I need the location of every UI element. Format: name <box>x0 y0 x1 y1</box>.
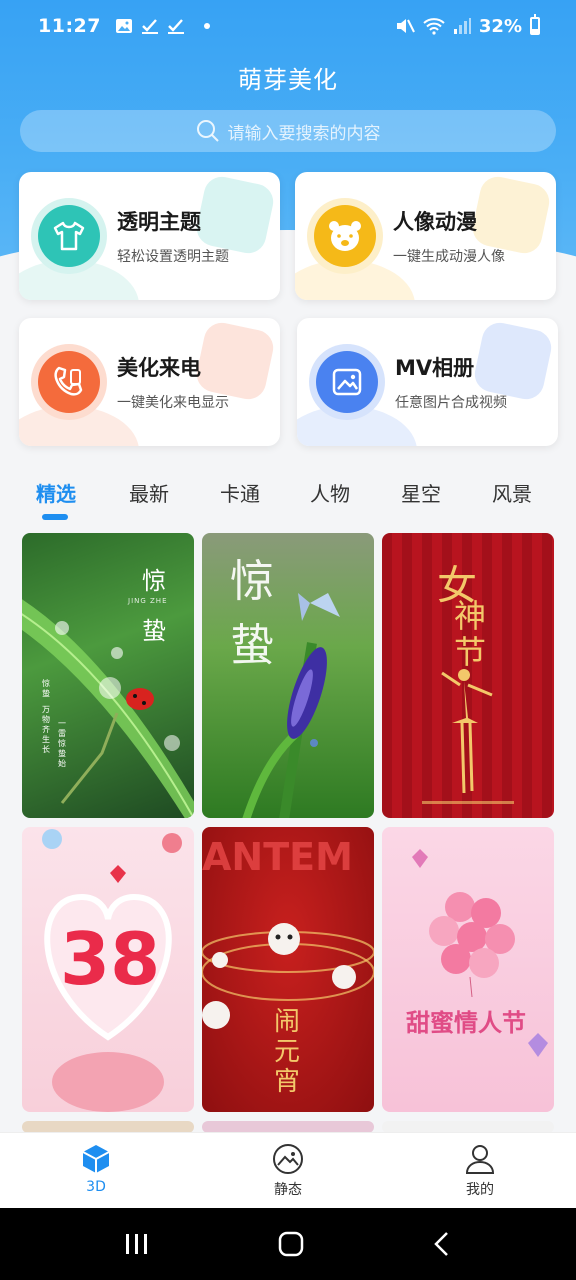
battery-percent: 32% <box>478 15 522 37</box>
bear-icon <box>314 205 376 267</box>
leaf-illustration <box>22 599 194 818</box>
feature-title: 透明主题 <box>117 210 201 234</box>
back-icon[interactable] <box>432 1231 452 1257</box>
photo-album-icon <box>316 351 378 413</box>
wallpaper-title: 38 <box>60 917 161 1001</box>
wallpaper-tile[interactable]: 38 <box>22 827 194 1112</box>
wallpaper-title: 甜蜜情人节 <box>406 1008 526 1037</box>
nav-label: 我的 <box>466 1182 494 1198</box>
feature-transparent-theme[interactable]: 透明主题 轻松设置透明主题 <box>19 172 280 300</box>
wallpaper-title: 蛰 <box>142 617 166 645</box>
page-title: 萌芽美化 <box>238 66 338 94</box>
feature-portrait-anime[interactable]: 人像动漫 一键生成动漫人像 <box>295 172 556 300</box>
gallery-notification-icon <box>115 19 132 33</box>
wallpaper-verse: 一雷惊蛰始 <box>58 719 66 768</box>
feature-subtitle: 一键美化来电显示 <box>117 395 229 411</box>
wallpaper-title: 蛰 <box>230 620 274 671</box>
feature-title: 美化来电 <box>117 356 201 380</box>
tab-latest[interactable]: 最新 <box>114 478 184 507</box>
search-icon <box>196 120 219 142</box>
wallpaper-title: 闹元宵 <box>274 1007 301 1097</box>
recent-apps-icon[interactable] <box>124 1232 150 1256</box>
tab-people[interactable]: 人物 <box>295 478 365 507</box>
cube-icon <box>82 1145 110 1173</box>
wifi-icon <box>423 18 445 35</box>
feature-call-beautify[interactable]: 美化来电 一键美化来电显示 <box>19 318 280 446</box>
nav-mine[interactable]: 我的 <box>384 1133 576 1208</box>
phone-call-icon <box>38 351 100 413</box>
mute-icon <box>396 19 415 33</box>
home-icon[interactable] <box>278 1231 304 1257</box>
category-tabs: 精选 最新 卡通 人物 星空 风景 <box>0 470 576 526</box>
image-icon <box>273 1144 303 1174</box>
wallpaper-tile[interactable]: ANTEM 闹元宵 <box>202 827 374 1112</box>
tshirt-icon <box>38 205 100 267</box>
check-notification-icon <box>167 19 184 34</box>
wallpaper-tile[interactable]: 甜蜜情人节 <box>382 827 554 1112</box>
bottom-navigation: 3D 静态 我的 <box>0 1132 576 1208</box>
user-icon <box>465 1145 495 1174</box>
wallpaper-tile[interactable]: 惊 蛰 JING ZHE 惊蛰 万物齐生长 一雷惊蛰始 <box>22 533 194 818</box>
status-bar: 11:27 32% <box>0 0 576 52</box>
check-notification-icon <box>141 19 158 34</box>
nav-static[interactable]: 静态 <box>192 1133 384 1208</box>
wallpaper-tile[interactable]: 女 神 节 <box>382 533 554 818</box>
nav-label: 静态 <box>274 1182 302 1198</box>
wallpaper-verse: 万物齐生长 <box>42 705 50 754</box>
feature-subtitle: 任意图片合成视频 <box>395 395 507 411</box>
system-navigation-bar <box>0 1208 576 1280</box>
wallpaper-title: 惊 <box>230 556 274 607</box>
search-placeholder: 请输入要搜索的内容 <box>227 123 381 144</box>
tab-starry-sky[interactable]: 星空 <box>386 478 456 507</box>
iris-illustration <box>242 593 340 818</box>
tab-landscape[interactable]: 风景 <box>477 478 547 507</box>
status-time: 11:27 <box>38 15 101 37</box>
feature-title: MV相册 <box>395 356 475 380</box>
ballerina-illustration <box>422 669 514 804</box>
wallpaper-verse: 惊蛰 <box>42 679 50 698</box>
feature-mv-album[interactable]: MV相册 任意图片合成视频 <box>297 318 558 446</box>
nav-3d[interactable]: 3D <box>0 1133 192 1208</box>
battery-icon <box>530 14 540 35</box>
wallpaper-subtitle: JING ZHE <box>128 597 168 605</box>
tab-cartoon[interactable]: 卡通 <box>205 478 275 507</box>
search-input[interactable]: 请输入要搜索的内容 <box>20 110 556 152</box>
signal-icon <box>453 18 471 34</box>
feature-subtitle: 轻松设置透明主题 <box>117 249 229 265</box>
wallpaper-title: 惊 <box>142 567 166 595</box>
tab-featured[interactable]: 精选 <box>21 478 91 507</box>
feature-title: 人像动漫 <box>393 210 477 234</box>
wallpaper-tile[interactable]: 惊 蛰 <box>202 533 374 818</box>
dot-icon <box>203 23 210 29</box>
feature-subtitle: 一键生成动漫人像 <box>393 249 505 265</box>
nav-label: 3D <box>86 1179 106 1195</box>
battery-level-fill <box>532 28 538 33</box>
active-tab-indicator <box>42 514 68 520</box>
balloons-illustration <box>412 849 548 1057</box>
